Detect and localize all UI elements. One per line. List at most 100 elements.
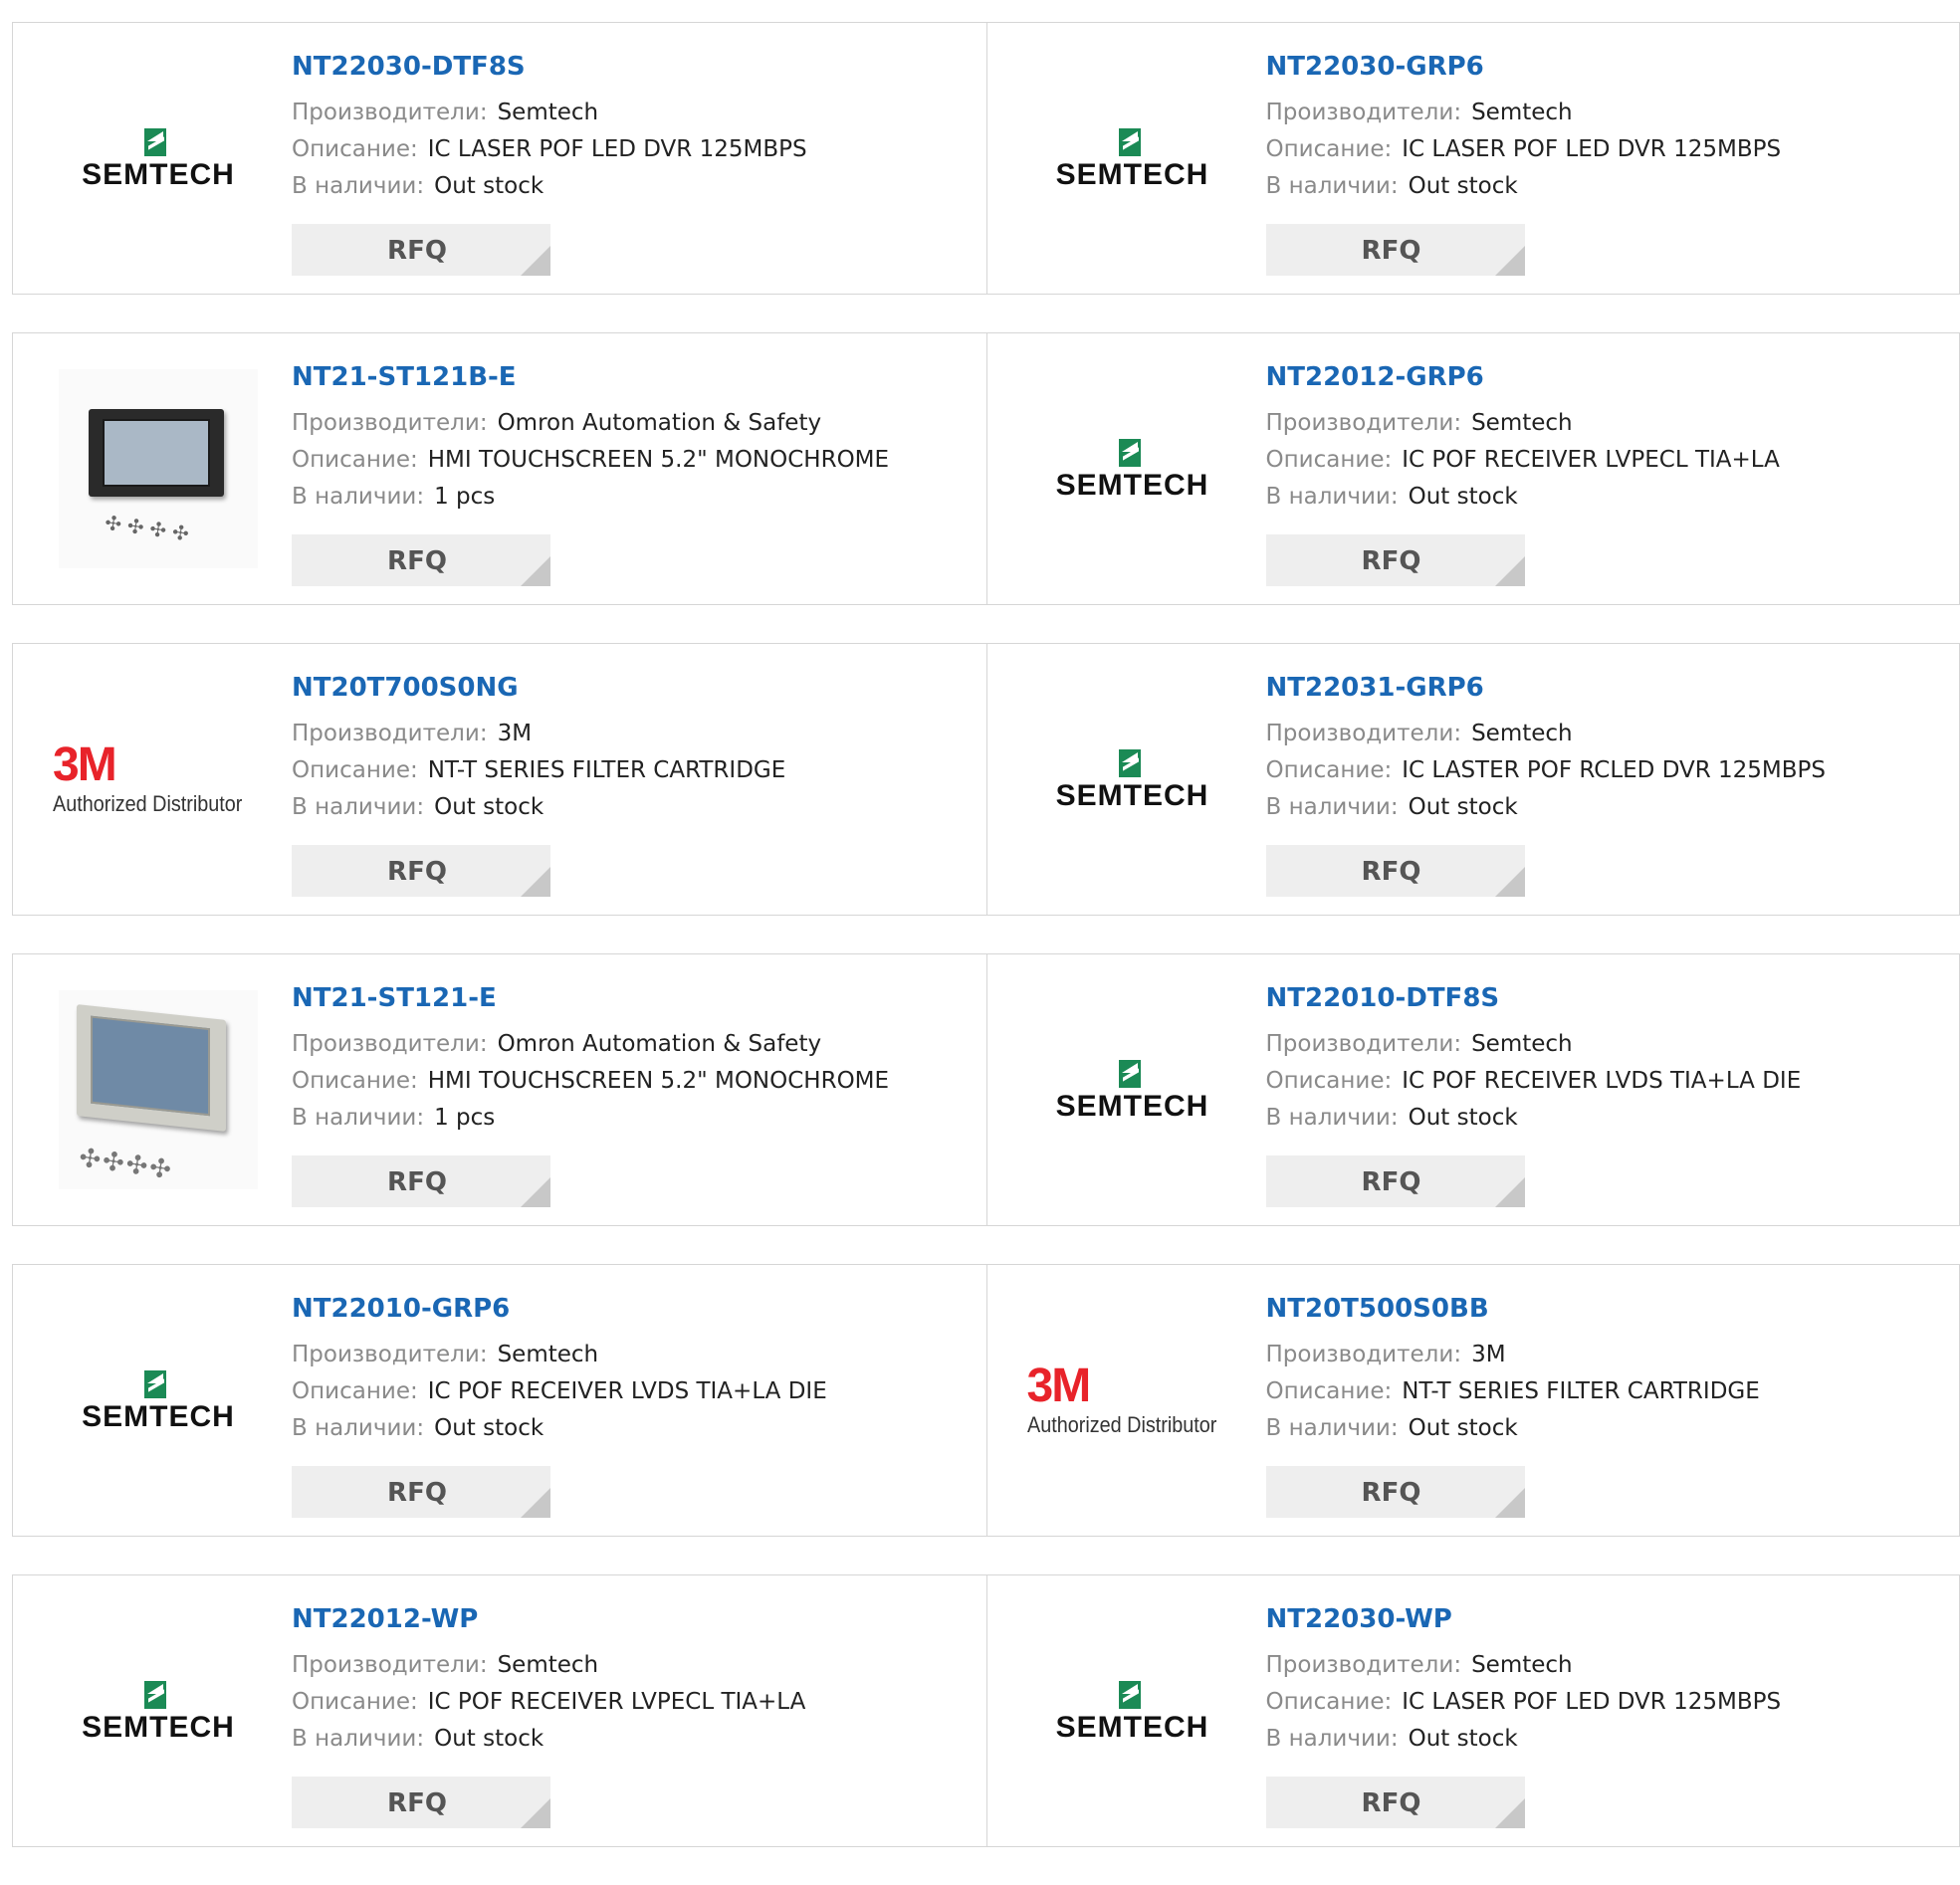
manufacturer-value: 3M [497,721,533,746]
manufacturer-value: Semtech [1471,1031,1573,1057]
stock-value: Out stock [434,1415,544,1441]
product-info: NT22010-DTF8S Производители: Semtech Описан… [1266,982,1940,1137]
product-image[interactable]: ✣✣✣✣ [53,369,264,568]
part-number-link[interactable]: NT20T700S0NG [292,672,967,704]
semtech-mark-icon [1118,749,1141,777]
rfq-button-label: RFQ [387,1478,447,1508]
part-number-link[interactable]: NT22012-GRP6 [1266,361,1940,393]
manufacturer-label: Производители: [1265,100,1462,125]
stock-value: 1 pcs [434,484,496,510]
description-label: Описание: [292,1378,418,1404]
description-label: Описание: [1265,1689,1393,1715]
touchscreen-product-image: ✣✣✣✣ [59,369,258,568]
description-value: IC POF RECEIVER LVPECL TIA+LA [427,1689,806,1715]
product-image[interactable]: 3M Authorized Distributor [1027,1301,1238,1500]
semtech-logo-text: SEMTECH [82,158,235,191]
rfq-button-label: RFQ [1361,546,1421,576]
description-value: HMI TOUCHSCREEN 5.2" MONOCHROME [427,447,890,473]
rfq-button[interactable]: RFQ [292,845,550,897]
description-line: Описание: NT-T SERIES FILTER CARTRIDGE [1266,1373,1940,1410]
corner-triangle-icon [521,1488,550,1518]
rfq-button[interactable]: RFQ [292,534,550,586]
product-grid: SEMTECH NT22030-DTF8S Производители: Semtec… [12,22,1960,1885]
product-info: NT20T700S0NG Производители: 3M Описание: NT-… [292,672,967,826]
rfq-button[interactable]: RFQ [292,1466,550,1518]
3m-logo-text: 3M [1026,1360,1092,1412]
rfq-button-label: RFQ [387,857,447,887]
manufacturer-label: Производители: [1265,1031,1462,1057]
corner-triangle-icon [1494,1177,1525,1207]
part-number-link[interactable]: NT22010-GRP6 [292,1293,967,1325]
rfq-button[interactable]: RFQ [1265,534,1525,586]
product-info: NT22031-GRP6 Производители: Semtech Описани… [1266,672,1940,826]
description-value: IC LASER POF LED DVR 125MBPS [1402,136,1782,162]
3m-logo: 3M Authorized Distributor [53,740,264,818]
manufacturer-value: Semtech [497,1652,599,1678]
part-number-link[interactable]: NT21-ST121B-E [292,361,967,393]
semtech-logo-text: SEMTECH [1055,1711,1209,1744]
rfq-button-label: RFQ [387,546,447,576]
rfq-button[interactable]: RFQ [1265,1777,1525,1828]
product-image[interactable]: SEMTECH [1027,680,1238,879]
stock-label: В наличии: [1265,1726,1399,1752]
part-number-link[interactable]: NT22031-GRP6 [1266,672,1940,704]
product-image[interactable]: SEMTECH [1027,990,1238,1189]
touchscreen-panel [89,409,224,497]
semtech-logo: SEMTECH [59,1681,258,1744]
description-line: Описание: NT-T SERIES FILTER CARTRIDGE [292,752,967,789]
part-number-link[interactable]: NT22030-GRP6 [1266,51,1940,83]
semtech-logo-text: SEMTECH [1055,469,1209,502]
manufacturer-value: Omron Automation & Safety [497,410,822,436]
semtech-mark-icon [1118,1060,1141,1088]
product-row: 3M Authorized Distributor NT20T700S0NG Прои… [12,643,1960,916]
product-row: SEMTECH NT22010-GRP6 Производители: Semtech… [12,1264,1960,1537]
manufacturer-label: Производители: [292,1342,488,1367]
stock-line: В наличии: 1 pcs [292,1100,967,1137]
semtech-logo: SEMTECH [59,1370,258,1433]
rfq-button[interactable]: RFQ [292,224,550,276]
product-image[interactable]: SEMTECH [53,59,264,258]
part-number-link[interactable]: NT22030-DTF8S [292,51,967,83]
part-number-link[interactable]: NT20T500S0BB [1266,1293,1940,1325]
stock-value: 1 pcs [434,1105,496,1131]
touchscreen-display [91,1015,210,1117]
product-card: SEMTECH NT22030-WP Производители: Semtech Оп… [985,1575,1960,1846]
product-image[interactable]: SEMTECH [1027,369,1238,568]
description-label: Описание: [292,1689,418,1715]
authorized-distributor-text: Authorized Distributor [53,791,243,816]
part-number-link[interactable]: NT21-ST121-E [292,982,967,1014]
rfq-button-label: RFQ [1361,1478,1421,1508]
rfq-button[interactable]: RFQ [292,1777,550,1828]
description-line: Описание: IC POF RECEIVER LVPECL TIA+LA [292,1684,967,1721]
rfq-button[interactable]: RFQ [1265,1466,1525,1518]
part-number-link[interactable]: NT22010-DTF8S [1266,982,1940,1014]
product-card: SEMTECH NT22030-DTF8S Производители: Semtec… [13,23,986,294]
part-number-link[interactable]: NT22012-WP [292,1603,967,1635]
rfq-button[interactable]: RFQ [1265,224,1525,276]
manufacturer-line: Производители: Semtech [1266,405,1940,442]
product-info: NT22030-WP Производители: Semtech Описание:… [1266,1603,1940,1758]
product-info: NT22030-DTF8S Производители: Semtech Описан… [292,51,967,205]
product-image[interactable]: SEMTECH [53,1301,264,1500]
description-value: IC POF RECEIVER LVDS TIA+LA DIE [1402,1068,1802,1094]
description-value: IC LASTER POF RCLED DVR 125MBPS [1402,757,1827,783]
product-image[interactable]: 3M Authorized Distributor [53,680,264,879]
rfq-button-label: RFQ [1361,236,1421,266]
stock-label: В наличии: [1265,1105,1399,1131]
part-number-link[interactable]: NT22030-WP [1266,1603,1940,1635]
product-image[interactable]: SEMTECH [1027,1611,1238,1810]
stock-line: В наличии: Out stock [1266,1410,1940,1447]
manufacturer-value: Semtech [497,1342,599,1367]
description-line: Описание: IC POF RECEIVER LVPECL TIA+LA [1266,442,1940,479]
product-image[interactable]: SEMTECH [53,1611,264,1810]
corner-triangle-icon [1494,1488,1525,1518]
description-value: IC POF RECEIVER LVDS TIA+LA DIE [427,1378,827,1404]
manufacturer-line: Производители: Semtech [1266,95,1940,131]
rfq-button[interactable]: RFQ [1265,845,1525,897]
rfq-button[interactable]: RFQ [1265,1155,1525,1207]
product-image[interactable]: SEMTECH [1027,59,1238,258]
stock-value: Out stock [434,794,544,820]
stock-line: В наличии: 1 pcs [292,479,967,516]
product-image[interactable]: ✣✣✣✣ [53,990,264,1189]
rfq-button[interactable]: RFQ [292,1155,550,1207]
